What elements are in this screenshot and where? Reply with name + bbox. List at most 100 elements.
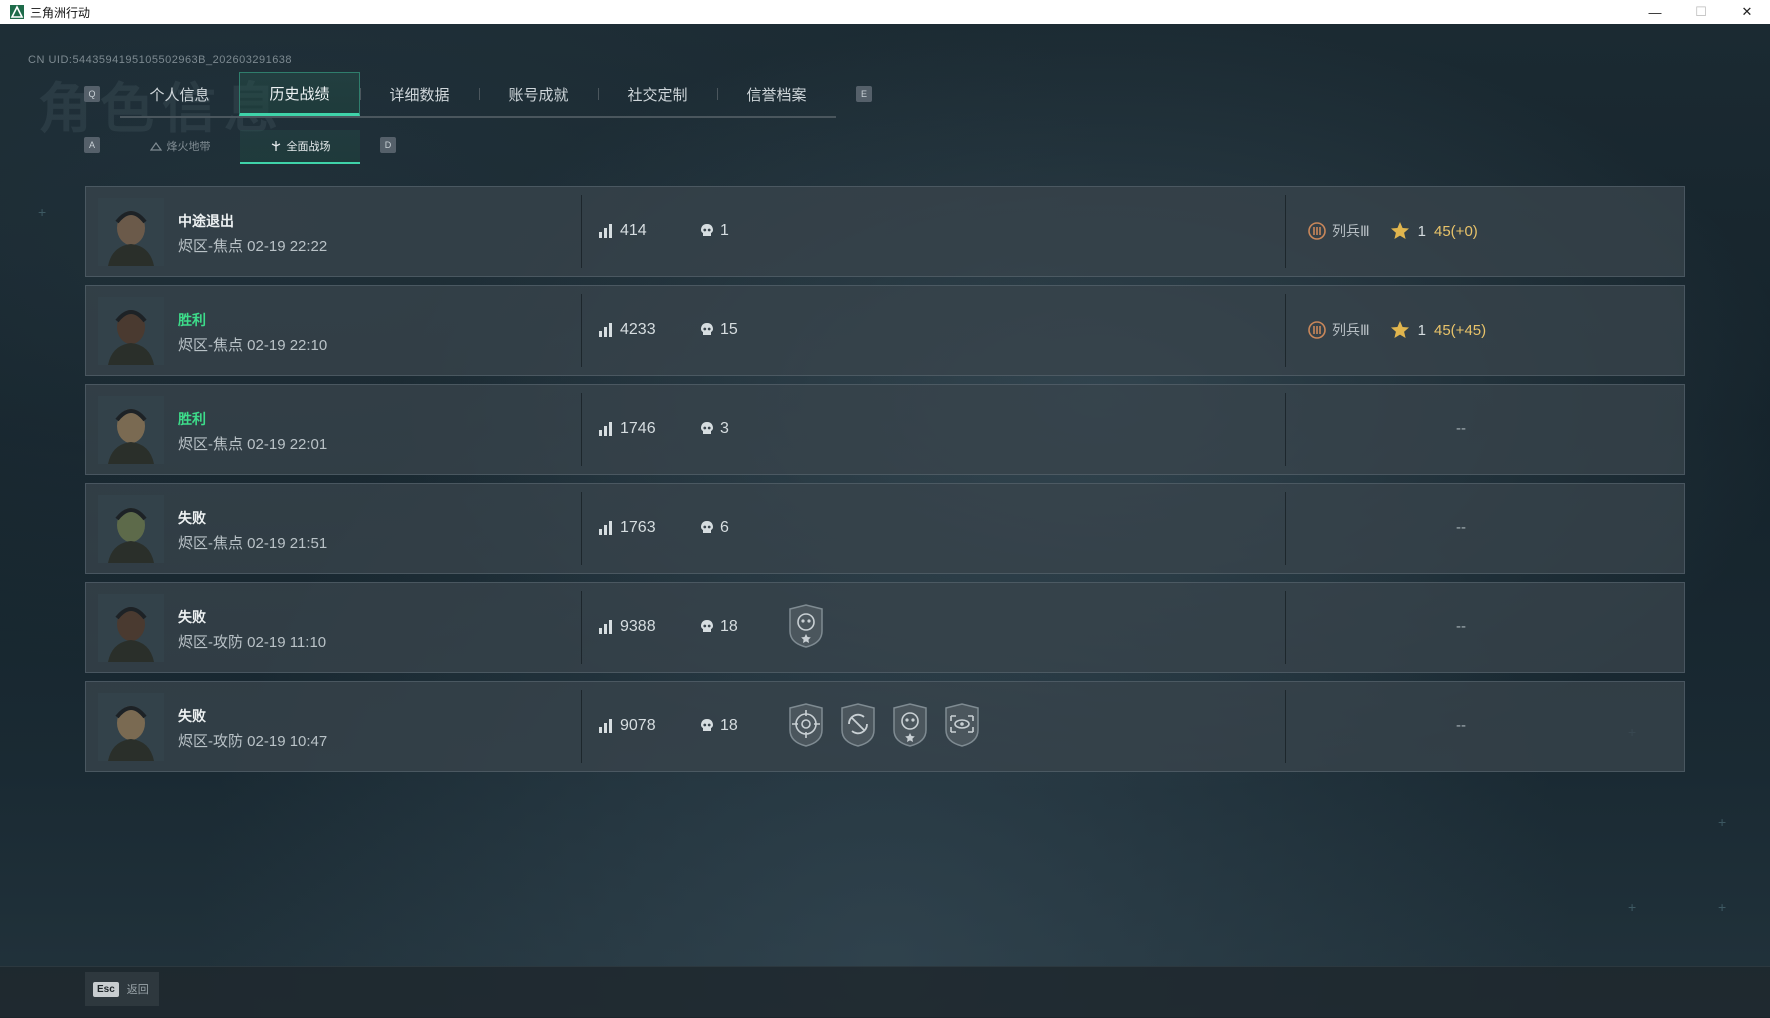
rank-points: 45(+0) — [1434, 222, 1478, 240]
skull-icon — [701, 422, 713, 434]
kills-value: 1 — [720, 222, 729, 239]
tab-label: 详细数据 — [389, 86, 450, 104]
skull-star-badge-icon[interactable] — [890, 702, 930, 748]
row-divider — [1285, 492, 1286, 565]
score-value: 414 — [620, 222, 647, 239]
rank-label: 列兵Ⅲ — [1332, 322, 1370, 338]
tab-label: 历史战绩 — [269, 85, 330, 103]
match-mode: 烬区-攻防 — [178, 634, 243, 651]
tab-label: 社交定制 — [627, 86, 688, 104]
row-divider — [1285, 393, 1286, 466]
rank-empty: -- — [1456, 519, 1466, 536]
match-row[interactable]: 失败 烬区-攻防 02-19 10:47 9078 18 -- — [85, 681, 1685, 772]
score-value: 4233 — [620, 321, 656, 338]
footer-bar — [0, 966, 1770, 1018]
match-result: 中途退出 — [178, 213, 234, 229]
skull-icon — [701, 719, 713, 731]
row-divider — [581, 393, 582, 466]
decor-cross-icon: + — [1718, 814, 1727, 830]
match-mode: 烬区-焦点 — [178, 436, 243, 453]
tab-reputation[interactable]: 信誉档案 — [717, 72, 836, 116]
match-row[interactable]: 中途退出 烬区-焦点 02-19 22:22 414 1 列兵Ⅲ 1 45(+0) — [85, 186, 1685, 277]
app-logo-icon — [10, 5, 24, 19]
match-kills: 3 — [700, 420, 729, 438]
kills-value: 6 — [720, 519, 729, 536]
match-mode: 烬区-焦点 — [178, 238, 243, 255]
subtab-label: 烽火地带 — [166, 141, 211, 153]
tab-match-history[interactable]: 历史战绩 — [239, 72, 360, 116]
skull-icon — [701, 323, 713, 335]
star-icon — [1390, 321, 1409, 338]
match-row[interactable]: 胜利 烬区-焦点 02-19 22:01 1746 3 -- — [85, 384, 1685, 475]
decor-cross-icon: + — [1628, 899, 1637, 915]
match-time: 02-19 22:22 — [247, 238, 328, 255]
row-divider — [581, 690, 582, 763]
match-result: 失败 — [178, 708, 206, 724]
eye-scope-badge-icon[interactable] — [942, 702, 982, 748]
score-value: 9078 — [620, 717, 656, 734]
match-row[interactable]: 失败 烬区-焦点 02-19 21:51 1763 6 -- — [85, 483, 1685, 574]
match-kills: 18 — [700, 618, 738, 636]
tab-label: 账号成就 — [508, 86, 569, 104]
fire-zone-icon — [149, 141, 162, 151]
match-meta: 烬区-攻防 02-19 10:47 — [178, 730, 327, 751]
match-time: 02-19 10:47 — [247, 733, 328, 750]
skull-icon — [701, 224, 713, 236]
star-icon — [1390, 222, 1409, 239]
operator-avatar — [98, 198, 164, 266]
star-count: 1 — [1417, 321, 1426, 339]
match-meta: 烬区-攻防 02-19 11:10 — [178, 631, 326, 652]
tab-detailed-data[interactable]: 详细数据 — [360, 72, 479, 116]
match-meta: 烬区-焦点 02-19 22:01 — [178, 433, 327, 454]
rank-empty: -- — [1456, 618, 1466, 635]
minimize-button[interactable]: — — [1632, 0, 1678, 24]
kills-value: 15 — [720, 321, 738, 338]
close-button[interactable]: ✕ — [1724, 0, 1770, 24]
bar-chart-icon — [599, 521, 612, 535]
bar-chart-icon — [599, 422, 612, 436]
tab-prev-key[interactable]: Q — [84, 86, 100, 102]
match-time: 02-19 22:01 — [247, 436, 328, 453]
score-value: 1746 — [620, 420, 656, 437]
maximize-button[interactable]: ☐ — [1678, 0, 1724, 24]
tab-label: 信誉档案 — [746, 86, 807, 104]
operator-avatar — [98, 693, 164, 761]
operator-avatar — [98, 396, 164, 464]
match-time: 02-19 21:51 — [247, 535, 328, 552]
row-divider — [1285, 690, 1286, 763]
skull-icon — [701, 521, 713, 533]
rank-emblem-icon — [1308, 321, 1326, 339]
operator-avatar — [98, 495, 164, 563]
match-result: 失败 — [178, 510, 206, 526]
back-button[interactable]: Esc 返回 — [85, 972, 159, 1006]
subtab-next-key[interactable]: D — [380, 137, 396, 153]
window-title: 三角洲行动 — [30, 5, 91, 20]
match-kills: 1 — [700, 222, 729, 240]
decor-cross-icon: + — [1718, 899, 1727, 915]
kills-value: 3 — [720, 420, 729, 437]
skull-star-badge-icon[interactable] — [786, 603, 826, 649]
esc-key-hint: Esc — [93, 981, 119, 997]
row-divider — [581, 591, 582, 664]
tab-label: 个人信息 — [149, 86, 210, 104]
medal-badges — [786, 702, 982, 748]
tab-social-custom[interactable]: 社交定制 — [598, 72, 717, 116]
match-result: 失败 — [178, 609, 206, 625]
subtab-fire-zone[interactable]: 烽火地带 — [120, 130, 240, 162]
subtab-prev-key[interactable]: A — [84, 137, 100, 153]
subtab-battlefield[interactable]: 全面战场 — [240, 130, 360, 164]
target-badge-icon[interactable] — [786, 702, 826, 748]
match-row[interactable]: 失败 烬区-攻防 02-19 11:10 9388 18 -- — [85, 582, 1685, 673]
match-row[interactable]: 胜利 烬区-焦点 02-19 22:10 4233 15 列兵Ⅲ 1 45(+45… — [85, 285, 1685, 376]
row-divider — [581, 492, 582, 565]
score-value: 1763 — [620, 519, 656, 536]
bar-chart-icon — [599, 323, 612, 337]
tab-achievements[interactable]: 账号成就 — [479, 72, 598, 116]
uid-label: CN UID:5443594195105502963B_202603291638 — [28, 54, 293, 66]
match-result: 胜利 — [178, 411, 206, 427]
tab-personal-info[interactable]: 个人信息 — [120, 72, 239, 116]
bar-chart-icon — [599, 224, 612, 238]
skull-icon — [701, 620, 713, 632]
tab-next-key[interactable]: E — [856, 86, 872, 102]
crosshair-badge-icon[interactable] — [838, 702, 878, 748]
